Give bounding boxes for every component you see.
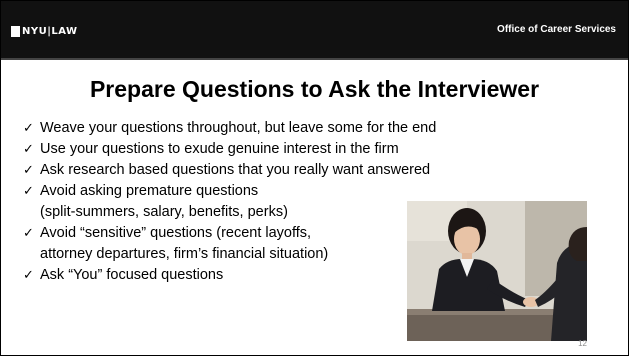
bullet-text: Weave your questions throughout, but lea…	[40, 120, 437, 136]
nyu-law-logo: NYU|LAW	[11, 22, 78, 40]
slide: NYU|LAW Office of Career Services Prepar…	[0, 0, 629, 356]
header-divider	[1, 58, 628, 60]
bullet-item: ✓ Avoid asking premature questions (spli…	[23, 181, 436, 223]
logo-torch-icon	[11, 25, 20, 37]
check-icon: ✓	[23, 184, 34, 199]
slide-title: Prepare Questions to Ask the Interviewer	[89, 76, 540, 102]
bullet-text-continued: attorney departures, firm’s financial si…	[40, 246, 329, 262]
page-number: 12	[578, 339, 587, 348]
bullet-text: Use your questions to exude genuine inte…	[40, 141, 399, 157]
bullet-text: Ask “You” focused questions	[40, 267, 224, 283]
bullet-item: ✓ Use your questions to exude genuine in…	[23, 139, 436, 160]
check-icon: ✓	[23, 226, 34, 241]
check-icon: ✓	[23, 268, 34, 283]
logo-text: NYU|LAW	[22, 25, 78, 37]
bullet-list: ✓ Weave your questions throughout, but l…	[23, 118, 436, 286]
bullet-text-continued: (split-summers, salary, benefits, perks)	[40, 204, 288, 220]
photo-illustration	[407, 201, 587, 341]
header-bar: NYU|LAW Office of Career Services	[1, 1, 628, 60]
bullet-item: ✓ Weave your questions throughout, but l…	[23, 118, 436, 139]
check-icon: ✓	[23, 142, 34, 157]
check-icon: ✓	[23, 163, 34, 178]
bullet-item: ✓ Ask “You” focused questions	[23, 265, 436, 286]
bullet-text: Ask research based questions that you re…	[40, 162, 431, 178]
bullet-text: Avoid asking premature questions	[40, 183, 259, 199]
handshake-interview-photo	[407, 201, 587, 341]
bullet-text: Avoid “sensitive” questions (recent layo…	[40, 225, 312, 241]
check-icon: ✓	[23, 121, 34, 136]
bullet-item: ✓ Ask research based questions that you …	[23, 160, 436, 181]
office-label: Office of Career Services	[497, 24, 616, 35]
bullet-item: ✓ Avoid “sensitive” questions (recent la…	[23, 223, 436, 265]
